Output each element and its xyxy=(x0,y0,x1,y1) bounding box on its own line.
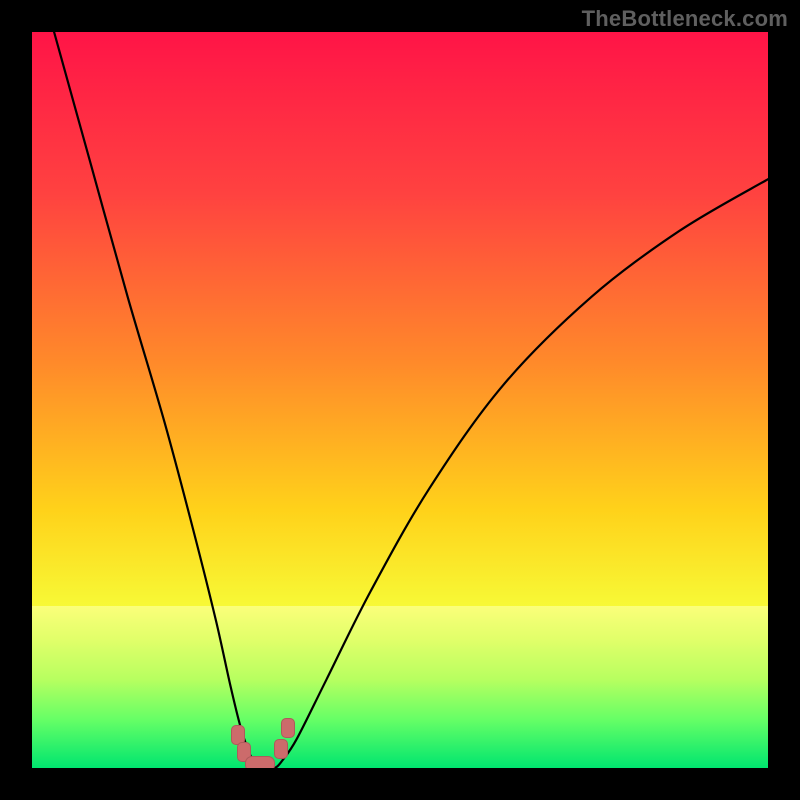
bottom-blob xyxy=(245,756,275,768)
watermark-text: TheBottleneck.com xyxy=(582,6,788,32)
chart-canvas: TheBottleneck.com xyxy=(0,0,800,800)
right-blob-mid xyxy=(274,739,288,759)
right-blob-top xyxy=(281,718,295,738)
plot-area xyxy=(32,32,768,768)
bottleneck-curve xyxy=(32,32,768,768)
